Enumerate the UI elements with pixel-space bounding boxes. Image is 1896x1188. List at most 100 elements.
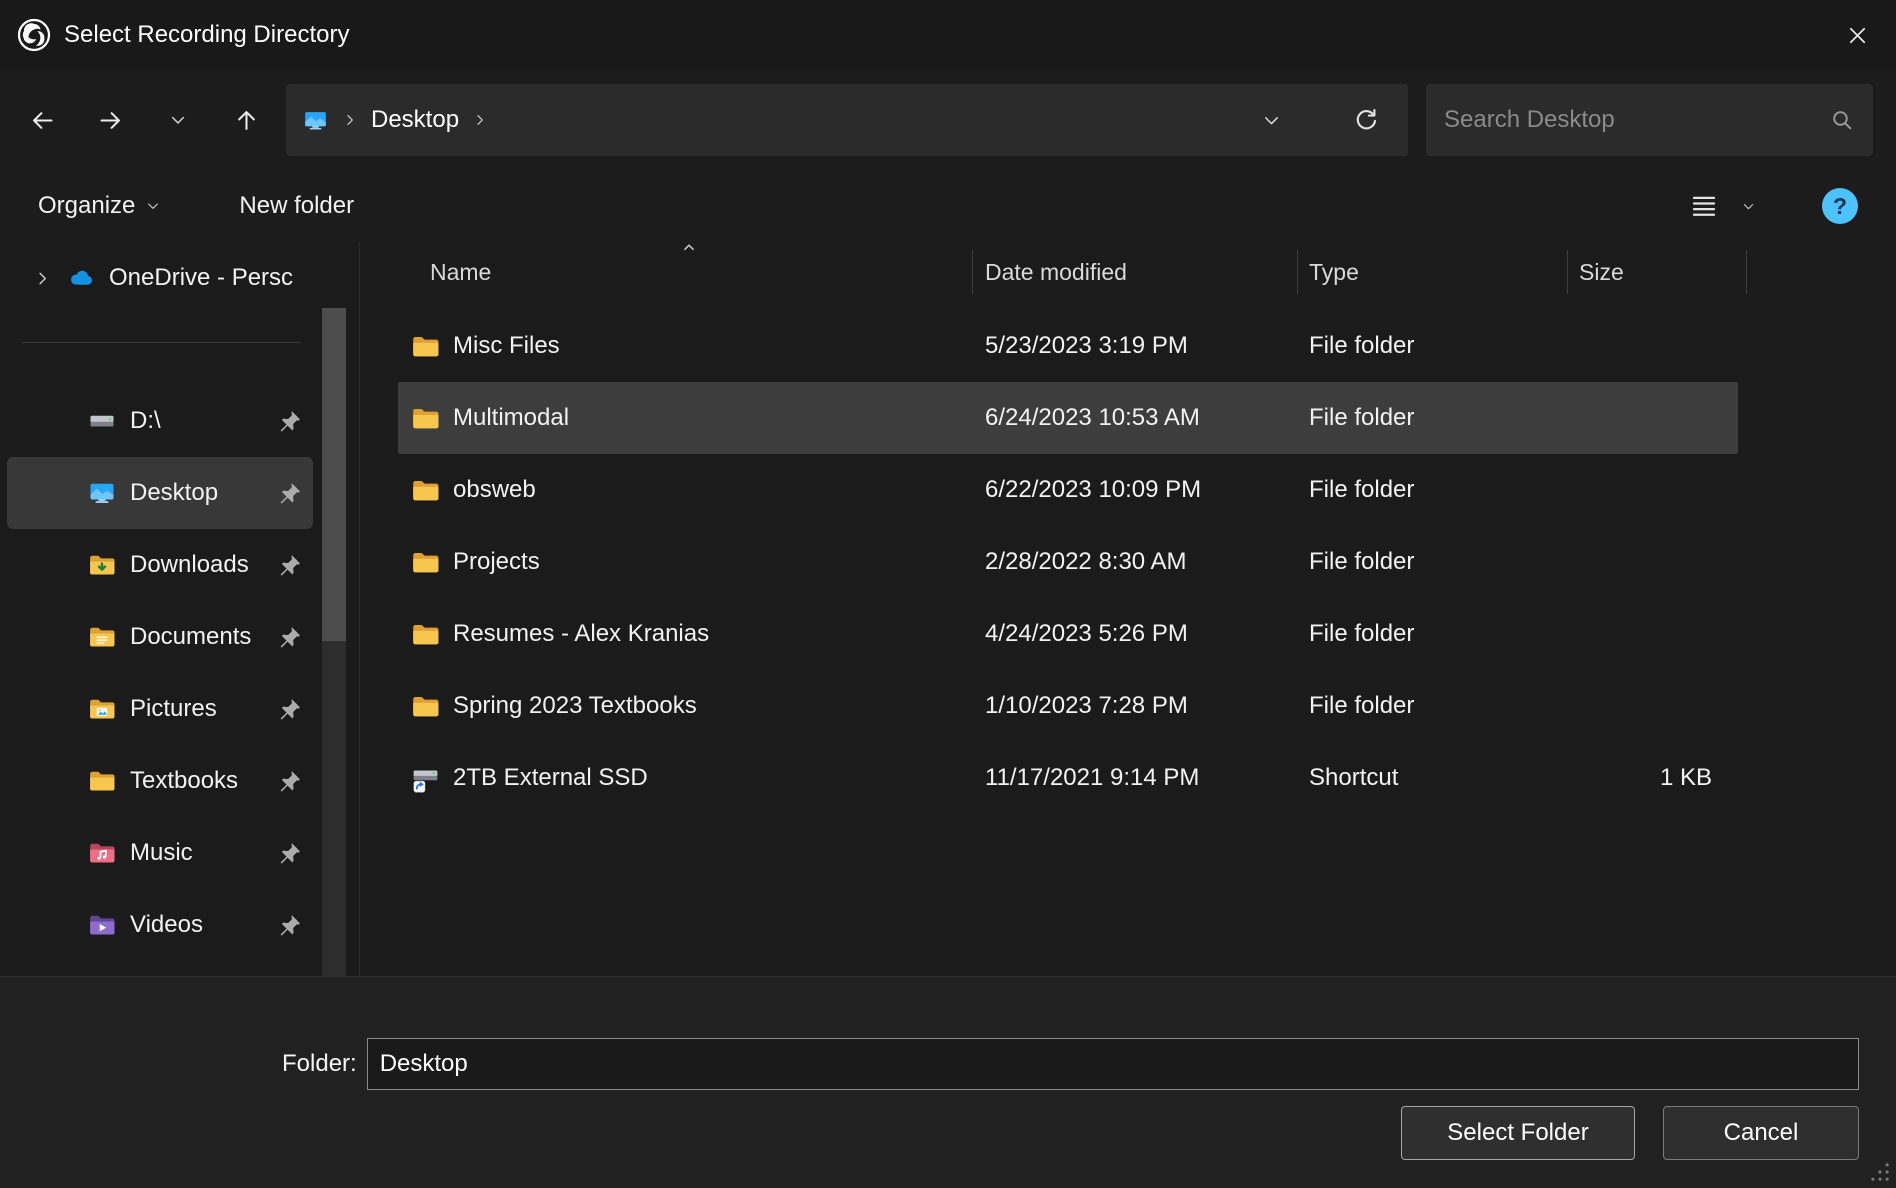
sidebar-item[interactable]: Pictures	[7, 673, 313, 745]
file-icon	[410, 331, 441, 362]
pin-icon	[277, 768, 303, 794]
pin-icon	[277, 408, 303, 434]
back-button[interactable]	[20, 98, 64, 142]
file-icon	[410, 763, 441, 794]
sidebar-separator	[22, 342, 301, 343]
view-mode-button[interactable]	[1689, 191, 1756, 221]
sidebar-item-icon	[87, 766, 117, 796]
file-row[interactable]: Projects 2/28/2022 8:30 AM File folder	[398, 526, 1738, 598]
file-type: File folder	[1298, 620, 1568, 648]
sidebar-item-label: OneDrive - Persc	[109, 264, 293, 292]
sidebar-item[interactable]: Videos	[7, 889, 313, 961]
file-date-modified: 6/24/2023 10:53 AM	[973, 404, 1298, 432]
sidebar-item-label: Documents	[130, 623, 251, 651]
onedrive-icon	[66, 263, 96, 293]
folder-field-label: Folder:	[282, 1050, 357, 1078]
sidebar-item[interactable]: D:\	[7, 385, 313, 457]
sidebar-item-label: Desktop	[130, 479, 218, 507]
obs-logo-icon	[16, 17, 52, 53]
pin-icon	[277, 840, 303, 866]
cancel-button[interactable]: Cancel	[1663, 1106, 1859, 1160]
file-list-pane: Name Date modified Type Size Misc Files …	[360, 242, 1896, 976]
sidebar-item-icon	[87, 550, 117, 580]
chevron-right-icon[interactable]	[33, 269, 52, 288]
scrollbar-thumb[interactable]	[322, 308, 346, 641]
up-button[interactable]	[224, 98, 268, 142]
forward-button[interactable]	[88, 98, 132, 142]
pin-icon	[277, 696, 303, 722]
sort-ascending-icon	[678, 236, 700, 258]
file-date-modified: 5/23/2023 3:19 PM	[973, 332, 1298, 360]
file-name: Resumes - Alex Kranias	[453, 620, 973, 648]
column-header-type[interactable]: Type	[1298, 250, 1568, 294]
chevron-right-icon	[342, 112, 358, 128]
column-headers: Name Date modified Type Size	[398, 242, 1896, 302]
sidebar-item-icon	[87, 406, 117, 436]
pin-icon	[277, 480, 303, 506]
file-row[interactable]: Misc Files 5/23/2023 3:19 PM File folder	[398, 310, 1738, 382]
sidebar-item-icon	[87, 478, 117, 508]
select-folder-button[interactable]: Select Folder	[1401, 1106, 1635, 1160]
column-header-date-modified[interactable]: Date modified	[973, 250, 1298, 294]
help-label: ?	[1833, 193, 1847, 220]
help-button[interactable]: ?	[1822, 188, 1858, 224]
close-button[interactable]	[1818, 0, 1896, 70]
sidebar-item-label: D:\	[130, 407, 161, 435]
sidebar-item[interactable]: Documents	[7, 601, 313, 673]
sidebar-item[interactable]: Desktop	[7, 457, 313, 529]
search-box	[1426, 84, 1873, 156]
file-name: Multimodal	[453, 404, 973, 432]
sidebar-item-icon	[87, 838, 117, 868]
file-row[interactable]: Spring 2023 Textbooks 1/10/2023 7:28 PM …	[398, 670, 1738, 742]
sidebar-item[interactable]: Textbooks	[7, 745, 313, 817]
resize-grip-icon[interactable]	[1870, 1162, 1890, 1182]
window-title: Select Recording Directory	[64, 21, 349, 49]
sidebar-item-icon	[87, 694, 117, 724]
title-bar: Select Recording Directory	[0, 0, 1896, 70]
sidebar-item-icon	[87, 910, 117, 940]
search-icon	[1829, 107, 1855, 133]
search-input[interactable]	[1444, 106, 1829, 134]
sidebar-item[interactable]: Music	[7, 817, 313, 889]
file-name: Projects	[453, 548, 973, 576]
file-type: File folder	[1298, 548, 1568, 576]
file-row[interactable]: obsweb 6/22/2023 10:09 PM File folder	[398, 454, 1738, 526]
new-folder-button[interactable]: New folder	[239, 192, 354, 220]
file-row[interactable]: 2TB External SSD 11/17/2021 9:14 PM Shor…	[398, 742, 1738, 814]
file-row[interactable]: Resumes - Alex Kranias 4/24/2023 5:26 PM…	[398, 598, 1738, 670]
command-bar: Organize New folder ?	[0, 170, 1896, 242]
chevron-right-icon	[472, 112, 488, 128]
forward-icon	[97, 107, 124, 134]
sidebar-scrollbar[interactable]	[322, 308, 346, 976]
close-icon	[1846, 24, 1869, 47]
dialog-content: OneDrive - Persc D:\ Desktop	[0, 242, 1896, 976]
sidebar-item-icon	[87, 622, 117, 652]
file-name: Spring 2023 Textbooks	[453, 692, 973, 720]
sidebar-item-label: Music	[130, 839, 193, 867]
sidebar-item-onedrive[interactable]: OneDrive - Persc	[7, 242, 313, 314]
recent-locations-button[interactable]	[156, 98, 200, 142]
sidebar-item-label: Downloads	[130, 551, 249, 579]
file-type: File folder	[1298, 692, 1568, 720]
file-date-modified: 1/10/2023 7:28 PM	[973, 692, 1298, 720]
address-bar[interactable]: Desktop	[286, 84, 1408, 156]
organize-button[interactable]: Organize	[38, 192, 161, 220]
file-row[interactable]: Multimodal 6/24/2023 10:53 AM File folde…	[398, 382, 1738, 454]
up-arrow-icon	[233, 107, 260, 134]
organize-label: Organize	[38, 192, 135, 220]
address-dropdown-icon[interactable]	[1261, 110, 1282, 131]
sidebar-item-label: Videos	[130, 911, 203, 939]
caret-down-icon	[145, 198, 161, 214]
pin-icon	[277, 624, 303, 650]
sidebar-item[interactable]: Downloads	[7, 529, 313, 601]
refresh-icon[interactable]	[1352, 106, 1380, 134]
folder-name-input[interactable]	[367, 1038, 1859, 1090]
pin-icon	[277, 912, 303, 938]
pinned-items: D:\ Desktop Downloads	[0, 385, 359, 961]
breadcrumb-desktop[interactable]: Desktop	[367, 104, 463, 136]
sidebar-item-label: Textbooks	[130, 767, 238, 795]
file-name: 2TB External SSD	[453, 764, 973, 792]
file-date-modified: 4/24/2023 5:26 PM	[973, 620, 1298, 648]
column-header-size[interactable]: Size	[1568, 250, 1747, 294]
caret-down-icon	[1741, 199, 1756, 214]
